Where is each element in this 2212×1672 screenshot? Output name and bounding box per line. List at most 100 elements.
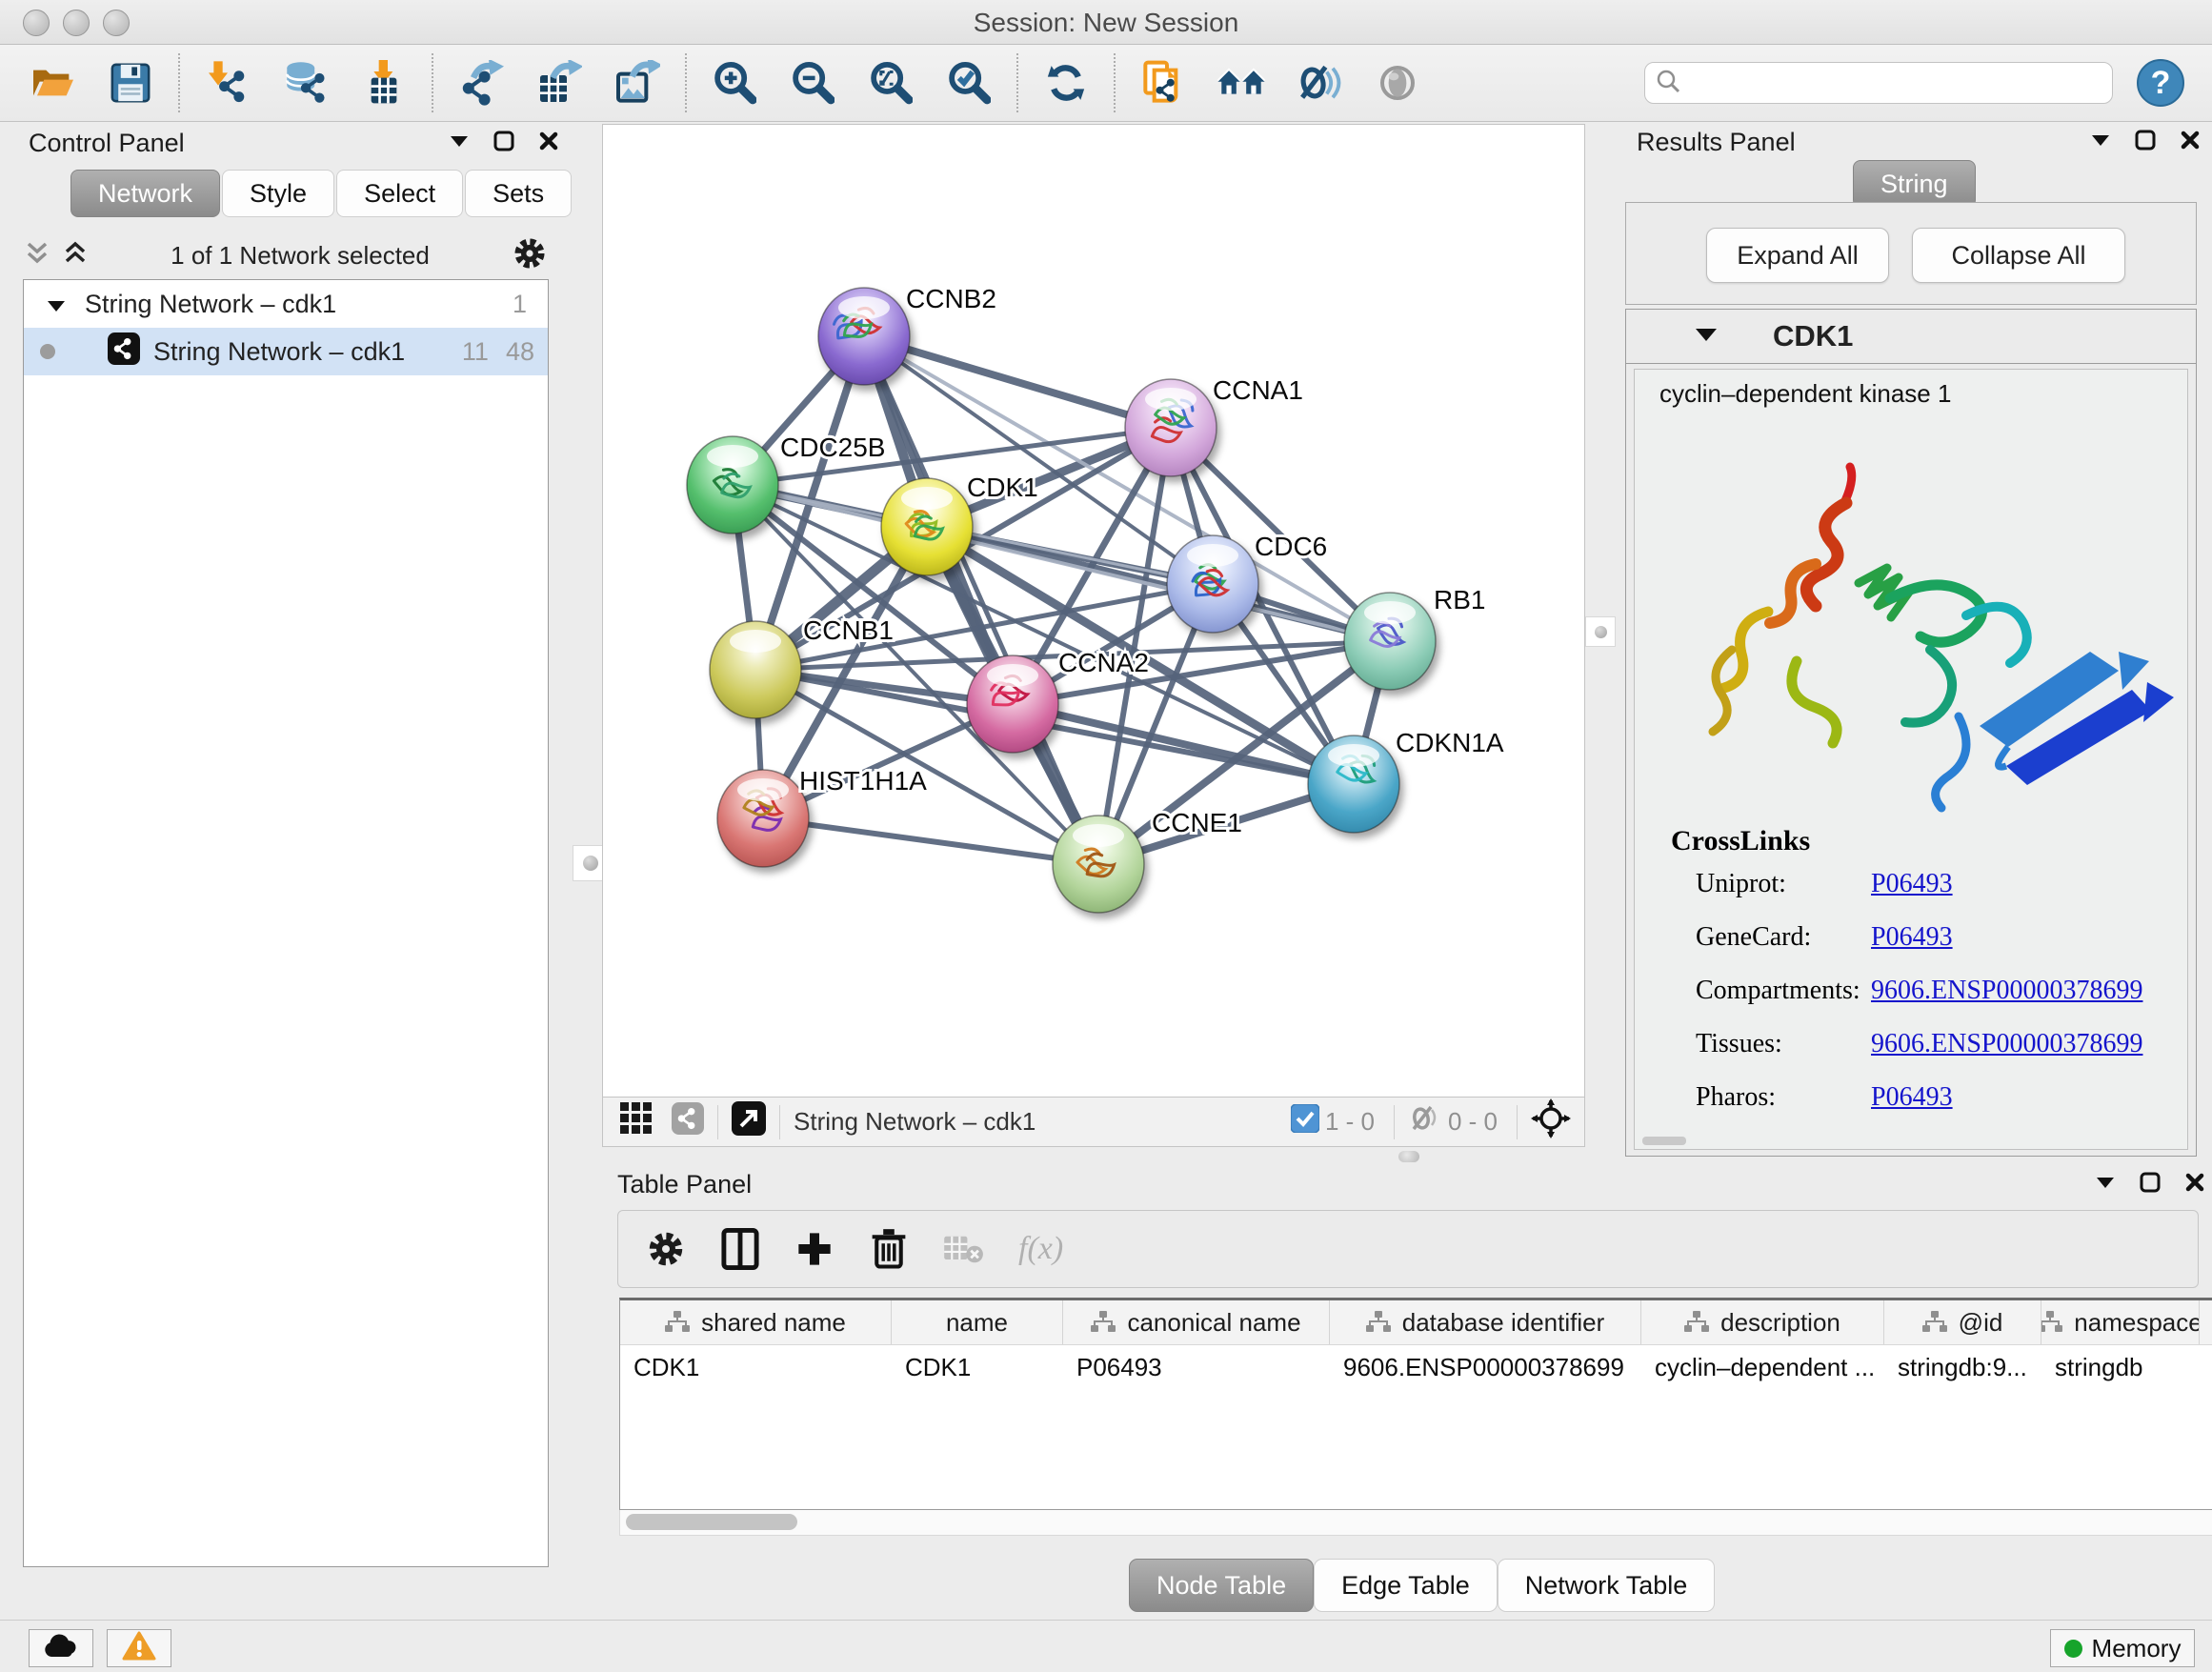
table-cell[interactable]: cyclin–dependent ...	[1641, 1345, 1884, 1389]
close-panel-icon[interactable]	[2181, 131, 2200, 154]
float-panel-icon[interactable]	[493, 131, 514, 156]
network-node-CCNA1[interactable]	[1125, 379, 1217, 476]
crosslink-link[interactable]: P06493	[1871, 1082, 1953, 1112]
selected-checkbox-icon[interactable]	[1291, 1104, 1319, 1139]
import-table-button[interactable]	[357, 54, 411, 111]
column-header-database-identifier[interactable]: database identifier	[1330, 1300, 1641, 1344]
help-button[interactable]: ?	[2136, 58, 2185, 108]
network-node-CDK1[interactable]	[881, 478, 973, 575]
tab-network-table[interactable]: Network Table	[1498, 1559, 1716, 1612]
hide-panels-button[interactable]	[1293, 54, 1346, 111]
tab-edge-table[interactable]: Edge Table	[1314, 1559, 1498, 1612]
table-options-gear-icon[interactable]	[641, 1224, 691, 1274]
fit-selected-crosshair-icon[interactable]	[1531, 1098, 1571, 1145]
tab-select[interactable]: Select	[336, 170, 463, 217]
string-home-button[interactable]	[1215, 54, 1268, 111]
collapse-all-icon[interactable]	[25, 241, 50, 271]
show-columns-icon[interactable]	[715, 1224, 765, 1274]
float-panel-icon[interactable]	[2135, 130, 2156, 155]
refresh-button[interactable]	[1039, 54, 1093, 111]
clone-network-button[interactable]	[1136, 54, 1190, 111]
crosslink-link[interactable]: 9606.ENSP00000378699	[1871, 1029, 2142, 1058]
network-node-CCNB1[interactable]	[710, 621, 801, 718]
export-network-button[interactable]	[454, 54, 508, 111]
expand-all-icon[interactable]	[63, 241, 88, 271]
crosslink-link[interactable]: 9606.ENSP00000378699	[1871, 976, 2142, 1005]
column-header-name[interactable]: name	[892, 1300, 1063, 1344]
close-panel-icon[interactable]	[2185, 1173, 2204, 1197]
cloud-button[interactable]	[29, 1629, 93, 1667]
birdseye-view-icon[interactable]	[732, 1101, 766, 1142]
column-header--id[interactable]: @id	[1884, 1300, 2041, 1344]
tab-node-table[interactable]: Node Table	[1129, 1559, 1314, 1612]
table-row[interactable]: CDK1CDK1P064939606.ENSP00000378699cyclin…	[620, 1345, 2212, 1389]
column-header-namespace[interactable]: namespace	[2041, 1300, 2200, 1344]
column-header-shared-name[interactable]: shared name	[620, 1300, 892, 1344]
network-node-CCNE1[interactable]	[1053, 816, 1144, 913]
table-hscrollbar[interactable]	[619, 1510, 2212, 1536]
table-cell[interactable]: CDK1	[620, 1345, 892, 1389]
section-caret-icon[interactable]	[1695, 327, 1718, 347]
delete-column-trash-icon[interactable]	[864, 1224, 914, 1274]
save-session-button[interactable]	[104, 54, 157, 111]
export-image-button[interactable]	[611, 54, 664, 111]
right-splitter-handle[interactable]	[1585, 616, 1616, 647]
tree-expand-caret-icon[interactable]	[47, 290, 66, 319]
node-table[interactable]: shared namenamecanonical namedatabase id…	[619, 1298, 2212, 1510]
table-cell[interactable]: P06493	[1063, 1345, 1330, 1389]
table-cell[interactable]: CDK1	[892, 1345, 1063, 1389]
network-node-CDC25B[interactable]	[687, 436, 778, 534]
collapse-all-button[interactable]: Collapse All	[1912, 228, 2125, 283]
panel-menu-caret-icon[interactable]	[2091, 133, 2110, 151]
network-collection-row[interactable]: String Network – cdk1 1	[24, 280, 548, 328]
hidden-eye-icon[interactable]	[1408, 1103, 1442, 1140]
column-header-description[interactable]: description	[1641, 1300, 1884, 1344]
network-node-CCNB2[interactable]	[818, 288, 910, 385]
crosslink-link[interactable]: P06493	[1871, 869, 1953, 898]
float-panel-icon[interactable]	[2140, 1172, 2161, 1198]
bottom-splitter-handle[interactable]	[1398, 1151, 1419, 1162]
network-node-CCNA2[interactable]	[967, 655, 1058, 753]
close-panel-icon[interactable]	[539, 131, 558, 155]
crosslink-link[interactable]: P06493	[1871, 922, 1953, 952]
table-cell[interactable]: stringdb	[2041, 1345, 2200, 1389]
hidden-count: 0 - 0	[1448, 1107, 1498, 1137]
export-table-button[interactable]	[533, 54, 586, 111]
memory-button[interactable]: Memory	[2050, 1629, 2195, 1667]
column-header-canonical-name[interactable]: canonical name	[1063, 1300, 1330, 1344]
warnings-button[interactable]	[107, 1629, 171, 1667]
network-options-gear-icon[interactable]	[513, 236, 547, 275]
grid-view-icon[interactable]	[620, 1102, 653, 1141]
open-session-button[interactable]	[26, 54, 79, 111]
panel-menu-caret-icon[interactable]	[2096, 1176, 2115, 1194]
show-eye-button[interactable]	[1371, 54, 1424, 111]
network-node-CDC6[interactable]	[1167, 535, 1258, 633]
import-database-button[interactable]	[279, 54, 332, 111]
network-row-selected[interactable]: String Network – cdk1 11 48	[24, 328, 548, 375]
network-canvas[interactable]: CCNB2CCNA1CDC25BCDK1CDC6RB1CCNB1CCNA2CDK…	[602, 124, 1585, 1098]
network-node-CDKN1A[interactable]	[1308, 735, 1399, 833]
zoom-in-button[interactable]	[708, 54, 761, 111]
tab-sets[interactable]: Sets	[465, 170, 572, 217]
zoom-fit-button[interactable]	[864, 54, 917, 111]
zoom-out-button[interactable]	[786, 54, 839, 111]
search-field[interactable]	[1644, 62, 2113, 104]
search-input[interactable]	[1681, 65, 2102, 101]
tab-network[interactable]: Network	[70, 170, 220, 217]
protein-section-header[interactable]: CDK1	[1626, 310, 2196, 364]
results-panel: Results Panel String Expand All Collapse…	[1619, 124, 2205, 1164]
network-node-RB1[interactable]	[1344, 593, 1436, 690]
hscroll-thumb[interactable]	[626, 1514, 797, 1530]
expand-all-button[interactable]: Expand All	[1706, 228, 1889, 283]
network-node-HIST1H1A[interactable]	[717, 770, 809, 867]
results-hscroll-thumb[interactable]	[1642, 1137, 1686, 1145]
table-cell[interactable]: stringdb:9...	[1884, 1345, 2041, 1389]
zoom-selected-button[interactable]	[942, 54, 995, 111]
table-cell[interactable]: 9606.ENSP00000378699	[1330, 1345, 1641, 1389]
add-column-icon[interactable]	[790, 1224, 839, 1274]
panel-menu-caret-icon[interactable]	[450, 134, 469, 152]
network-share-icon[interactable]	[672, 1102, 704, 1141]
tab-style[interactable]: Style	[222, 170, 334, 217]
import-network-button[interactable]	[201, 54, 254, 111]
tab-string[interactable]: String	[1853, 160, 1976, 208]
